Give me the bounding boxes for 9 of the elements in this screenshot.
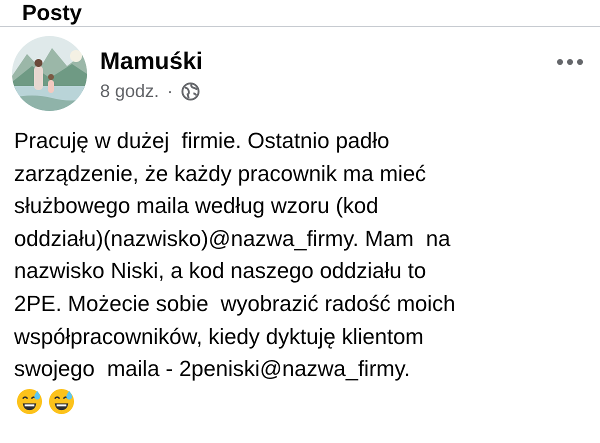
- globe-icon: [181, 82, 200, 100]
- post-text: Pracuję w dużej firmie. Ostatnio padło zarządzenie, że każdy pracownik ma mieć służbowego maila według wzoru (kod oddziału)(nazwisko)@nazwa_firmy. Mam na nazwisko Niski, a kod naszego oddziału to 2PE. Możecie sobie wyobrazić radość moich współpracowników, kiedy dyktuję klientom swojego maila - 2peniski@nazwa_firmy.: [14, 127, 456, 384]
- separator-dot: ·: [167, 80, 174, 102]
- post-time[interactable]: 8 godz.: [100, 80, 160, 102]
- sweat-smile-icon: [48, 388, 75, 415]
- sweat-smile-icon: [16, 388, 43, 415]
- author-name[interactable]: Mamuśki: [100, 48, 543, 76]
- more-icon[interactable]: [556, 58, 584, 66]
- section-title: Posty: [22, 0, 82, 26]
